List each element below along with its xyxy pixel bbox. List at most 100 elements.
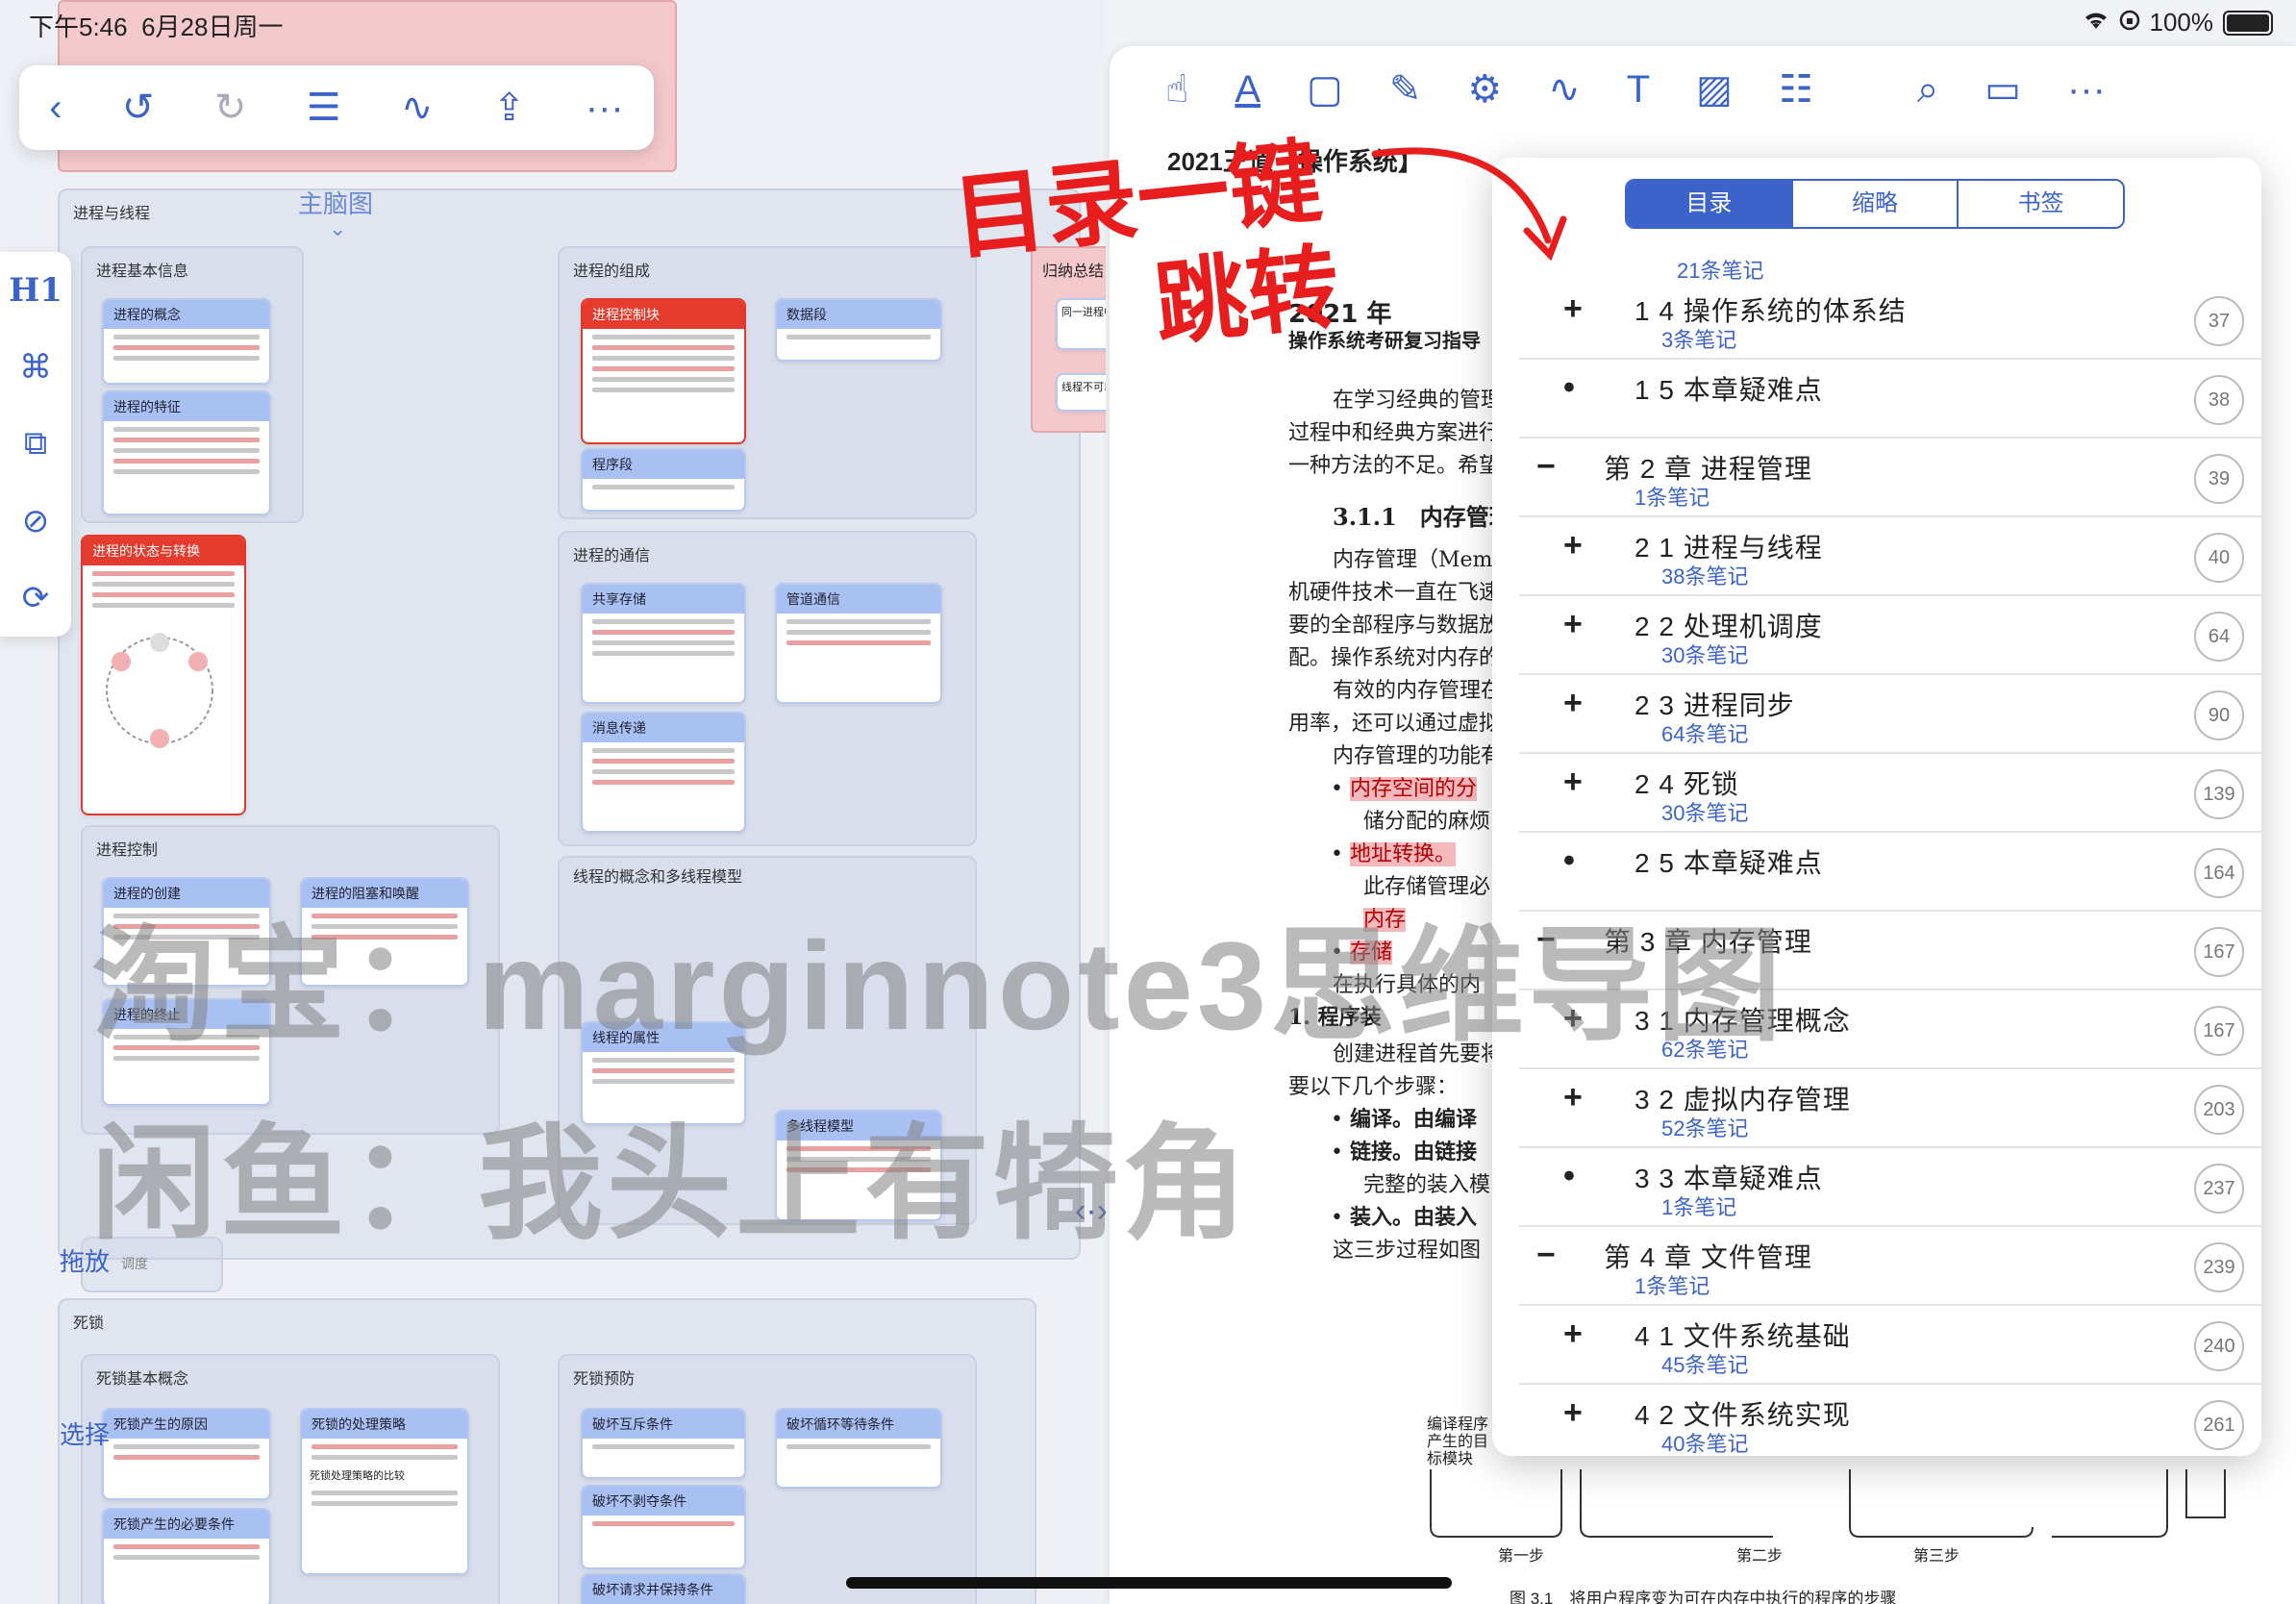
tab-bookmarks[interactable]: 书签: [1959, 181, 2123, 227]
toc-row-page[interactable]: 164: [2194, 848, 2244, 898]
toc-row[interactable]: − 第 4 章 文件管理 1条笔记 239: [1519, 1227, 2261, 1306]
book-icon[interactable]: ▭: [1984, 67, 2021, 112]
note-card[interactable]: 管道通信: [775, 583, 942, 704]
toc-row[interactable]: +3 2 虚拟内存管理 52条笔记 203: [1519, 1069, 2261, 1148]
outline-icon[interactable]: ☷: [1779, 67, 1813, 112]
toc-row-page[interactable]: 240: [2194, 1321, 2244, 1371]
expand-icon[interactable]: +: [1563, 1316, 1583, 1353]
sync-icon[interactable]: ⟳: [22, 579, 50, 617]
toc-row[interactable]: +2 2 处理机调度 30条笔记 64: [1519, 596, 2261, 675]
note-card[interactable]: 进程的特征: [102, 390, 271, 515]
toc-row[interactable]: +4 1 文件系统基础 45条笔记 240: [1519, 1306, 2261, 1385]
toc-row-notes: 40条笔记: [1661, 1432, 1749, 1456]
toc-row[interactable]: +4 2 文件系统实现 40条笔记 261: [1519, 1385, 2261, 1456]
scribble-icon[interactable]: ∿: [1548, 67, 1581, 112]
note-card[interactable]: 破坏不剥夺条件: [581, 1485, 746, 1569]
redo-icon[interactable]: ↻: [214, 86, 247, 130]
toc-row[interactable]: • 1 5 本章疑难点 38: [1519, 360, 2261, 439]
share-icon[interactable]: ⇪: [493, 86, 526, 130]
toc-row-notes: 64条笔记: [1661, 722, 1749, 746]
more-icon[interactable]: ···: [2067, 68, 2106, 112]
pen-icon[interactable]: ✎: [1389, 67, 1422, 112]
expand-icon[interactable]: +: [1563, 1079, 1583, 1116]
note-card[interactable]: 破坏请求并保持条件: [581, 1573, 746, 1604]
note-card[interactable]: 死锁的处理策略 死锁处理策略的比较: [300, 1408, 469, 1575]
copy-icon[interactable]: ⧉: [24, 425, 47, 463]
expand-icon[interactable]: +: [1563, 764, 1583, 801]
toc-row-page[interactable]: 38: [2194, 375, 2244, 425]
note-card[interactable]: 程序段: [581, 448, 746, 512]
toc-list: +1 4 操作系统的体系结 3条笔记 37 • 1 5 本章疑难点 38− 第 2 章 进程…: [1492, 281, 2261, 1456]
home-indicator[interactable]: [846, 1577, 1452, 1589]
image-icon[interactable]: ▨: [1696, 67, 1733, 112]
toc-row-page[interactable]: 167: [2194, 927, 2244, 977]
note-card[interactable]: 死锁产生的必要条件: [102, 1508, 271, 1604]
toc-row[interactable]: • 3 3 本章疑难点 1条笔记 237: [1519, 1148, 2261, 1227]
list-icon[interactable]: ☰: [307, 86, 341, 130]
toc-popover: 目录 缩略 书签 21条笔记 +1 4 操作系统的体系结 3条笔记 37 • 1 5 本…: [1492, 158, 2261, 1456]
heading-icon[interactable]: H1: [9, 271, 62, 310]
select-label[interactable]: 选择: [60, 1416, 110, 1451]
toc-row[interactable]: +2 1 进程与线程 38条笔记 40: [1519, 517, 2261, 596]
toc-row[interactable]: +2 4 死锁 30条笔记 139: [1519, 754, 2261, 833]
mindmap-canvas[interactable]: ‹ ↺ ↻ ☰ ∿ ⇪ ··· H1 ⌘ ⧉ ⊘ ⟳ 主脑图 ⌄ 进程与线程 进…: [0, 0, 1106, 1604]
toc-row-page[interactable]: 139: [2194, 769, 2244, 819]
hand-icon[interactable]: ☝: [1165, 67, 1188, 112]
note-card[interactable]: 破坏循环等待条件: [775, 1408, 942, 1489]
handwritten-arrow: [1371, 147, 1567, 262]
tab-thumbnails[interactable]: 缩略: [1793, 181, 1959, 227]
battery-icon: [2223, 10, 2273, 36]
toc-row-notes: 30条笔记: [1661, 801, 1749, 825]
mindmap-toolbar: ‹ ↺ ↻ ☰ ∿ ⇪ ···: [19, 65, 654, 150]
more-icon[interactable]: ···: [586, 87, 624, 130]
toc-row-page[interactable]: 167: [2194, 1006, 2244, 1056]
note-card[interactable]: 同一进程中: [1056, 298, 1106, 350]
back-icon[interactable]: ‹: [49, 87, 62, 130]
expand-icon[interactable]: +: [1563, 606, 1583, 643]
toc-row-page[interactable]: 237: [2194, 1164, 2244, 1214]
toc-row-page[interactable]: 40: [2194, 533, 2244, 583]
bullet-icon: •: [1563, 369, 1575, 406]
expand-icon[interactable]: +: [1563, 1394, 1583, 1432]
note-card[interactable]: 共享存储: [581, 583, 746, 704]
collapse-icon[interactable]: −: [1536, 448, 1556, 486]
toc-row-page[interactable]: 261: [2194, 1400, 2244, 1450]
note-card[interactable]: 数据段: [775, 298, 942, 362]
toc-row[interactable]: − 第 2 章 进程管理 1条笔记 39: [1519, 439, 2261, 517]
note-card[interactable]: 进程的概念: [102, 298, 271, 385]
toc-row-page[interactable]: 203: [2194, 1085, 2244, 1135]
text-highlight-icon[interactable]: A: [1235, 68, 1260, 112]
settings-icon[interactable]: ⚙: [1467, 67, 1502, 112]
toc-row-page[interactable]: 37: [2194, 296, 2244, 346]
toc-row-page[interactable]: 39: [2194, 454, 2244, 504]
note-card[interactable]: 进程控制块: [581, 298, 746, 444]
toc-row-notes: 1条笔记: [1635, 486, 1710, 510]
rect-select-icon[interactable]: ▢: [1307, 67, 1343, 112]
search-icon[interactable]: ⌕: [1917, 68, 1938, 112]
translate-icon[interactable]: ⌘: [19, 348, 52, 387]
toc-row-page[interactable]: 90: [2194, 690, 2244, 740]
undo-icon[interactable]: ↺: [122, 86, 155, 130]
toc-row-page[interactable]: 64: [2194, 612, 2244, 662]
compass-icon[interactable]: ⊘: [22, 502, 50, 540]
toc-row-page[interactable]: 239: [2194, 1242, 2244, 1292]
wifi-icon: [2083, 8, 2109, 38]
toc-row-notes: 1条笔记: [1661, 1195, 1737, 1219]
expand-icon[interactable]: +: [1563, 527, 1583, 564]
note-card[interactable]: 进程的状态与转换: [81, 535, 246, 815]
scribble-icon[interactable]: ∿: [401, 86, 434, 130]
note-card[interactable]: 消息传递: [581, 712, 746, 833]
toc-row[interactable]: +1 4 操作系统的体系结 3条笔记 37: [1519, 281, 2261, 360]
expand-icon[interactable]: +: [1563, 290, 1583, 328]
status-bar: 下午5:46 6月28日周一 100%: [0, 0, 2296, 42]
note-card[interactable]: 破坏互斥条件: [581, 1408, 746, 1479]
collapse-icon[interactable]: −: [1536, 1237, 1556, 1274]
toc-row[interactable]: +2 3 进程同步 64条笔记 90: [1519, 675, 2261, 754]
note-card[interactable]: 死锁产生的原因: [102, 1408, 271, 1500]
expand-icon[interactable]: +: [1563, 685, 1583, 722]
summary-group[interactable]: 归纳总结 同一进程中 线程不可以: [1031, 246, 1106, 433]
status-time: 下午5:46 6月28日周一: [29, 13, 284, 41]
note-card[interactable]: 线程不可以: [1056, 373, 1106, 412]
textbox-icon[interactable]: T: [1627, 68, 1650, 112]
tab-toc[interactable]: 目录: [1627, 181, 1793, 227]
